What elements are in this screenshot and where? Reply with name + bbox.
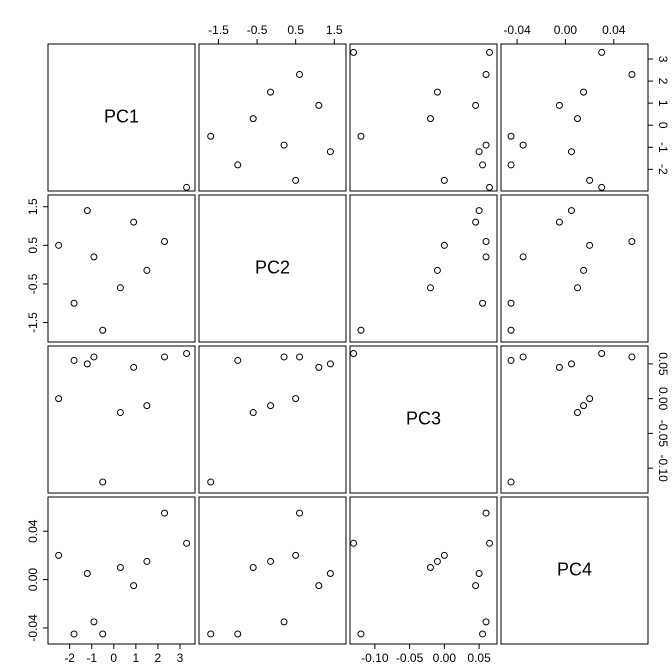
tick-label: 1 (132, 651, 139, 665)
scatterplot-matrix: PC1PC2PC3PC4-2-10123-1.5-0.50.51.5-0.10-… (0, 0, 672, 671)
tick-label: 0.00 (26, 568, 40, 592)
tick-label: -2 (656, 164, 670, 175)
tick-label: -0.04 (26, 614, 40, 642)
tick-label: -2 (64, 651, 75, 665)
tick-label: 0.04 (26, 519, 40, 543)
diag-label-PC4: PC4 (557, 559, 592, 579)
tick-label: -1.5 (208, 23, 229, 37)
tick-label: -1.5 (26, 312, 40, 333)
tick-label: 0.5 (287, 23, 304, 37)
tick-label: 1.5 (26, 198, 40, 215)
tick-label: -0.05 (396, 651, 424, 665)
tick-label: -0.05 (656, 420, 670, 448)
tick-label: 3 (177, 651, 184, 665)
diag-label-PC3: PC3 (406, 408, 441, 428)
tick-label: -1 (86, 651, 97, 665)
tick-label: 3 (656, 56, 670, 63)
tick-label: 0.00 (656, 387, 670, 411)
tick-label: 0.5 (26, 237, 40, 254)
tick-label: -1 (656, 142, 670, 153)
tick-label: -0.04 (503, 23, 531, 37)
tick-label: 0.00 (433, 651, 457, 665)
tick-label: -0.10 (656, 454, 670, 482)
tick-label: 0.04 (602, 23, 626, 37)
tick-label: 0.05 (656, 352, 670, 376)
tick-label: 0.00 (554, 23, 578, 37)
tick-label: 2 (656, 78, 670, 85)
tick-label: 0 (110, 651, 117, 665)
tick-label: 1 (656, 100, 670, 107)
tick-label: -0.10 (361, 651, 389, 665)
diag-label-PC1: PC1 (104, 106, 139, 126)
diag-label-PC2: PC2 (255, 257, 290, 277)
tick-label: -0.5 (247, 23, 268, 37)
tick-label: 0 (656, 122, 670, 129)
tick-label: 2 (155, 651, 162, 665)
tick-label: 1.5 (326, 23, 343, 37)
tick-label: 0.05 (467, 651, 491, 665)
tick-label: -0.5 (26, 273, 40, 294)
